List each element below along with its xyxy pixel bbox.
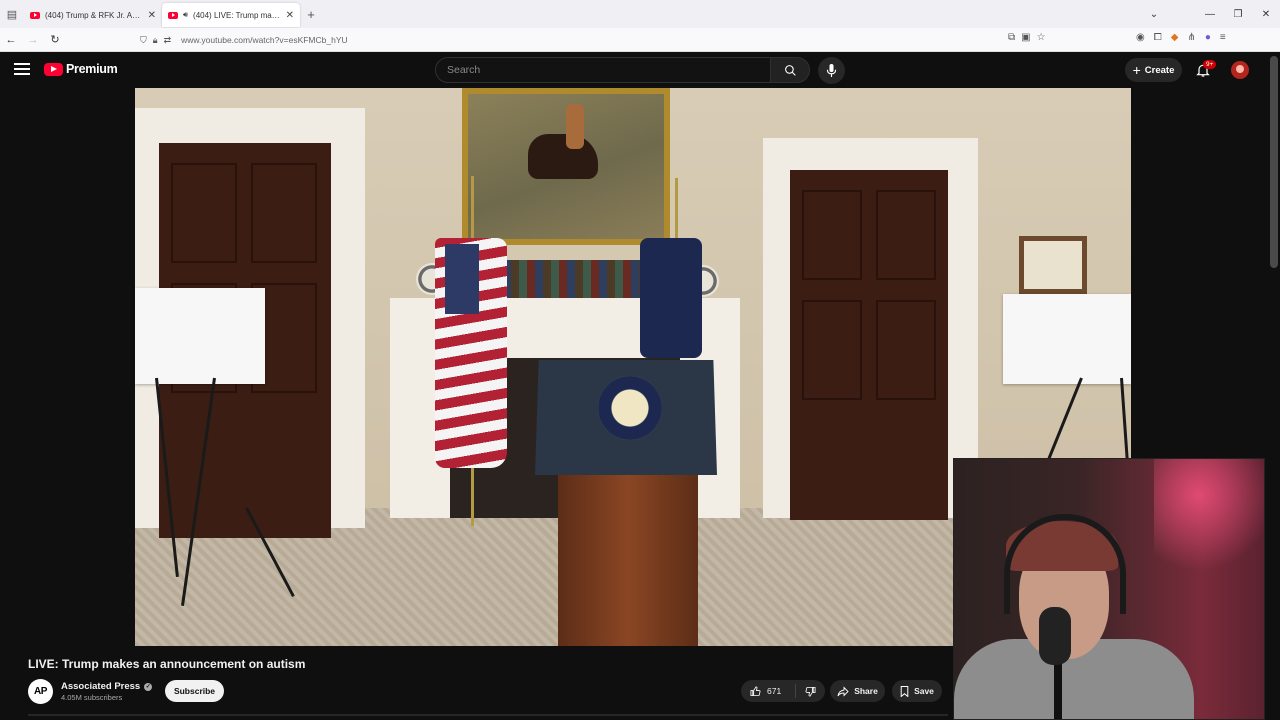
youtube-masthead: Premium Search + Create 9+	[0, 53, 1280, 88]
account-icon[interactable]: ◉	[1136, 32, 1145, 43]
reader-view-icon[interactable]: ▣	[1021, 32, 1030, 43]
dislike-button[interactable]	[796, 686, 825, 697]
thumbs-down-icon	[805, 686, 816, 696]
presidential-seal	[598, 376, 662, 440]
page-scrollbar[interactable]	[1270, 56, 1278, 268]
youtube-favicon-icon	[168, 11, 178, 19]
lock-icon[interactable]: 🔒︎	[153, 35, 158, 46]
microphone-icon	[826, 64, 837, 77]
podium-body	[558, 475, 698, 646]
menu-icon[interactable]: ≡	[1220, 32, 1226, 43]
like-button[interactable]: 671	[741, 684, 796, 698]
youtube-favicon-icon	[30, 11, 40, 19]
back-icon[interactable]: ←	[0, 34, 22, 46]
shield-icon[interactable]: ⛉	[140, 35, 147, 46]
presidential-flag	[640, 238, 702, 358]
tab-list-icon[interactable]: ▤	[0, 0, 24, 28]
channel-name[interactable]: Associated Press	[61, 681, 140, 692]
like-dislike-group: 671	[741, 680, 825, 702]
tab-overflow-chevron-icon[interactable]: ⌄	[1140, 9, 1168, 20]
voice-search-button[interactable]	[818, 57, 845, 84]
toolbar-extensions: ◉ ⧠ ◆ ⋔ ● ≡	[1136, 32, 1226, 43]
new-tab-icon[interactable]: +	[300, 7, 322, 22]
window-close-icon[interactable]: ✕	[1252, 9, 1280, 20]
save-button[interactable]: Save	[892, 680, 942, 702]
tab-title: (404) Trump & RFK Jr. Autism A	[45, 10, 143, 20]
address-bar-actions: ⧉ ▣ ☆	[1008, 32, 1046, 43]
search-icon	[784, 64, 796, 76]
share-label: Share	[854, 686, 878, 696]
divider	[28, 714, 948, 716]
search-button[interactable]	[770, 57, 810, 83]
browser-tab-2[interactable]: 🔊︎ (404) LIVE: Trump makes an ✕	[162, 3, 300, 27]
tab-close-icon[interactable]: ✕	[286, 10, 294, 21]
window-controls: ⌄ — ❐ ✕	[1140, 0, 1280, 28]
painting	[462, 88, 670, 245]
browser-nav-bar: ← → ↻ ⛉ 🔒︎ ⇄ www.youtube.com/watch?v=esK…	[0, 28, 1280, 52]
verified-icon: ✓	[144, 682, 153, 691]
restore-icon[interactable]: ❐	[1224, 9, 1252, 20]
speaker-icon[interactable]: 🔊︎	[183, 10, 188, 20]
tab-title: (404) LIVE: Trump makes an	[193, 10, 281, 20]
right-door	[790, 170, 948, 520]
us-flag	[435, 238, 507, 468]
channel-name-row[interactable]: Associated Press ✓	[61, 681, 153, 692]
url-text[interactable]: www.youtube.com/watch?v=esKFMCb_hYU	[181, 35, 348, 45]
forward-icon[interactable]: →	[22, 34, 44, 46]
wall-frame	[1019, 236, 1087, 294]
bookmark-star-icon[interactable]: ☆	[1037, 32, 1046, 43]
avatar[interactable]	[1231, 61, 1249, 79]
easel-board-right	[1003, 294, 1131, 384]
hamburger-menu-icon[interactable]	[14, 63, 30, 75]
picture-in-picture-icon[interactable]: ⧉	[1008, 32, 1015, 43]
save-label: Save	[914, 686, 934, 696]
thumbs-up-icon	[750, 686, 761, 696]
youtube-play-icon	[44, 62, 63, 76]
subscribe-button[interactable]: Subscribe	[165, 680, 224, 702]
extension-icon[interactable]: ●	[1205, 32, 1211, 43]
video-title: LIVE: Trump makes an announcement on aut…	[28, 657, 306, 671]
extension-icon[interactable]: ⋔	[1187, 32, 1195, 43]
reload-icon[interactable]: ↻	[44, 33, 66, 46]
share-icon	[837, 685, 849, 697]
search-placeholder: Search	[447, 64, 481, 76]
browser-tab-1[interactable]: (404) Trump & RFK Jr. Autism A ✕	[24, 3, 162, 27]
create-label: Create	[1144, 64, 1175, 76]
metamask-icon[interactable]: ◆	[1171, 32, 1179, 43]
notification-badge: 9+	[1203, 60, 1217, 69]
share-button[interactable]: Share	[830, 680, 885, 702]
search-input[interactable]: Search	[435, 57, 771, 83]
extensions-icon[interactable]: ⧠	[1154, 32, 1162, 43]
plus-icon: +	[1132, 62, 1141, 78]
permissions-icon[interactable]: ⇄	[164, 35, 172, 46]
channel-avatar[interactable]: AP	[28, 679, 53, 704]
webcam-overlay	[953, 458, 1265, 720]
bookshelf	[487, 260, 647, 298]
subscriber-count: 4.05M subscribers	[61, 693, 123, 702]
tab-close-icon[interactable]: ✕	[148, 10, 156, 21]
minimize-icon[interactable]: —	[1196, 9, 1224, 20]
bookmark-icon	[900, 685, 909, 697]
like-count: 671	[767, 686, 782, 696]
logo-text: Premium	[66, 62, 118, 76]
create-button[interactable]: + Create	[1125, 58, 1182, 82]
youtube-logo[interactable]: Premium	[44, 62, 118, 76]
address-bar[interactable]: ⛉ 🔒︎ ⇄ www.youtube.com/watch?v=esKFMCb_h…	[140, 31, 1060, 49]
browser-tab-bar: ▤ (404) Trump & RFK Jr. Autism A ✕ 🔊︎ (4…	[0, 0, 1280, 28]
easel-board-left	[135, 288, 265, 384]
